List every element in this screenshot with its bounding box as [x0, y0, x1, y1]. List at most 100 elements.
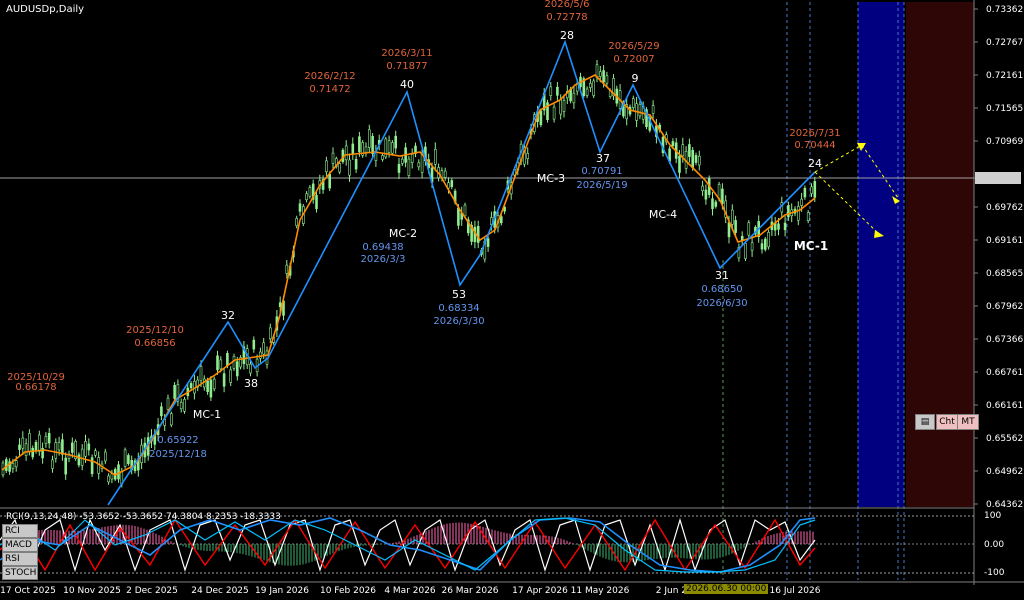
swing-low-label: 0.68650 [701, 284, 742, 295]
price-tick-label: 0.70969 [986, 137, 1023, 147]
swing-low-label: 0.69438 [362, 242, 403, 253]
candle-body [552, 106, 556, 120]
swing-high-label: 2026/5/6 [545, 0, 590, 10]
candle-body [37, 434, 41, 452]
candle-body [11, 463, 15, 469]
wave-count-label: 9 [632, 72, 639, 85]
price-tick-label: 0.69762 [986, 203, 1023, 213]
swing-low-label: 0.70791 [581, 166, 622, 177]
price-chart[interactable]: 0.733620.727670.721610.715650.709690.702… [0, 0, 1024, 600]
candle-body [549, 86, 553, 97]
candle-body [285, 264, 289, 274]
macd-button[interactable]: MACD [2, 538, 38, 552]
wave-count-label: 24 [808, 157, 822, 170]
swing-high-label: 0.72778 [546, 12, 587, 23]
candle-body [262, 342, 266, 355]
time-tick-label: 10 Nov 2025 [63, 586, 121, 596]
sub-tick-label: -100 [984, 568, 1005, 578]
candle-body [107, 475, 110, 483]
candle-body [400, 158, 404, 164]
candle-body [298, 203, 302, 212]
candle-body [694, 155, 698, 163]
candle-body [744, 243, 747, 259]
indicator-info: RCI(9,13,24,48) -53.3652 -53.3652 74.380… [6, 512, 281, 522]
stoch-button[interactable]: STOCH [2, 566, 38, 580]
time-cursor-label: 2026.06.30 00:00 [684, 584, 769, 594]
candle-body [325, 160, 328, 173]
candle-body [90, 457, 94, 475]
candle-body [209, 379, 213, 398]
candle-body [24, 443, 28, 456]
time-tick-label: 17 Apr 2026 [512, 586, 568, 596]
candle-body [803, 187, 807, 198]
candle-body [433, 148, 437, 165]
candle-body [697, 155, 701, 166]
candle-body [592, 80, 596, 96]
swing-high-label: 0.70444 [794, 140, 835, 151]
price-tick-label: 0.66161 [986, 401, 1023, 411]
price-tick-label: 0.67962 [986, 302, 1023, 312]
candle-body [457, 207, 460, 226]
price-tick-label: 0.64962 [986, 467, 1023, 477]
candle-body [315, 195, 318, 210]
candle-body [651, 105, 655, 114]
candle-body [711, 198, 714, 210]
candle-body [94, 450, 97, 456]
candle-body [54, 442, 58, 459]
swing-high-label: 2026/7/31 [789, 128, 840, 139]
candle-body [539, 110, 543, 125]
swing-high-label: 0.71472 [309, 84, 350, 95]
candle-body [678, 155, 681, 173]
cht-button[interactable]: Cht [936, 414, 958, 430]
swing-high-label: 0.71877 [386, 61, 427, 72]
time-tick-label: 19 Jan 2026 [255, 586, 309, 596]
candle-body [526, 153, 530, 159]
candle-body [87, 443, 91, 451]
rsi-button[interactable]: RSI [2, 552, 38, 566]
candle-body [410, 154, 414, 163]
candlesticks [1, 60, 817, 488]
current-price-tag [975, 172, 1021, 184]
candle-body [179, 401, 183, 410]
list-icon[interactable]: ▤ [915, 414, 935, 430]
sub-tick-label: 100 [984, 511, 1001, 521]
candle-body [170, 413, 173, 426]
price-axis-panel[interactable] [974, 0, 1024, 585]
mc-label: MC-2 [389, 227, 417, 240]
candle-body [127, 455, 130, 464]
candle-body [783, 222, 787, 231]
candle-body [691, 149, 695, 169]
moving-average-line [1, 74, 816, 476]
candle-body [44, 436, 48, 444]
swing-high-label: 0.66856 [134, 338, 175, 349]
candle-body [84, 440, 87, 457]
candle-body [183, 399, 186, 412]
candle-body [354, 158, 358, 170]
candle-body [351, 143, 355, 154]
candle-body [381, 155, 384, 160]
candle-body [80, 448, 84, 466]
candle-body [420, 154, 424, 173]
mt-button[interactable]: MT [957, 414, 979, 430]
swing-high-label: 2026/5/29 [608, 41, 659, 52]
candle-body [394, 135, 398, 149]
candle-body [61, 439, 64, 455]
candle-body [767, 232, 770, 248]
candle-body [387, 140, 391, 153]
candle-body [367, 129, 371, 148]
candle-body [763, 238, 767, 250]
candle-body [562, 100, 566, 112]
swing-low-label: 0.68334 [438, 303, 479, 314]
wave-count-label: 28 [560, 29, 574, 42]
candle-body [450, 180, 454, 188]
price-tick-label: 0.72161 [986, 71, 1023, 81]
zigzag-line [107, 39, 816, 506]
candle-body [806, 212, 810, 221]
candle-body [559, 99, 563, 115]
rci-button[interactable]: RCI [2, 524, 38, 538]
candle-body [28, 433, 31, 452]
swing-low-label: 0.65922 [157, 435, 198, 446]
candle-body [760, 243, 764, 250]
candle-body [364, 146, 368, 153]
future-zone-red [906, 2, 974, 507]
